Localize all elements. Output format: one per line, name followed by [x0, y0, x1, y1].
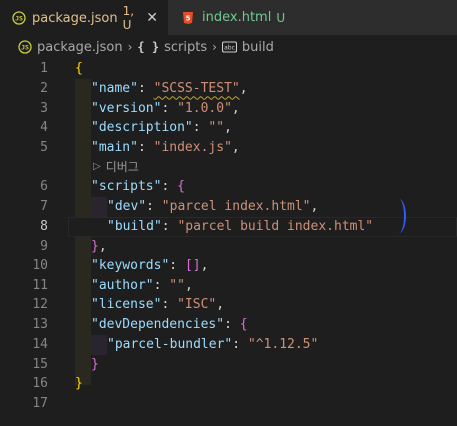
json-brace: }: [91, 356, 99, 372]
annotation-mark: [392, 199, 406, 233]
json-key: "description": [91, 120, 193, 136]
line-number: 6: [40, 179, 48, 195]
tab-label: package.json: [32, 10, 118, 26]
json-brace: {: [177, 179, 185, 195]
git-status-badge: 1, U: [122, 4, 135, 32]
code-line: 2 "name": "SCSS-TEST",: [0, 79, 457, 99]
breadcrumb-section[interactable]: { } scripts: [137, 40, 207, 55]
line-number: 2: [40, 81, 48, 97]
code-line: 7 "dev": "parcel index.html",: [0, 197, 457, 217]
line-number: 13: [32, 317, 48, 333]
tab-bar: JS package.json 1, U ✕ 5 index.html U: [0, 0, 457, 35]
code-line: 9 },: [0, 237, 457, 257]
tab-package-json[interactable]: JS package.json 1, U ✕: [0, 0, 168, 35]
line-number: 11: [32, 277, 48, 293]
json-key: "build": [107, 219, 162, 235]
line-number: 12: [32, 297, 48, 313]
breadcrumb-file-label: package.json: [37, 39, 123, 55]
line-number: 17: [32, 395, 48, 411]
json-string: "index.js": [153, 139, 232, 155]
code-line: 12 "license": "ISC",: [0, 295, 457, 315]
code-line: 3 "version": "1.0.0",: [0, 99, 457, 119]
json-key: "author": [91, 277, 154, 293]
json-key: "license": [91, 297, 162, 313]
json-brace: {: [239, 317, 248, 333]
json-string: "^1.12.5": [247, 337, 319, 353]
json-key: "main": [91, 139, 138, 155]
line-number: 4: [40, 120, 48, 136]
json-key: "name": [91, 81, 138, 97]
code-line: 10 "keywords": [],: [0, 256, 457, 276]
json-string: "parcel build index.html": [177, 219, 374, 235]
codelens-label: 디버그: [105, 160, 139, 174]
line-number: 8: [40, 219, 48, 235]
line-number: 1: [40, 61, 48, 77]
line-number: 5: [40, 139, 48, 155]
json-file-icon: JS: [12, 10, 26, 26]
line-number: 16: [32, 376, 48, 392]
string-icon: abc: [221, 41, 237, 53]
json-brace: }: [91, 238, 99, 254]
json-key: "dev": [107, 199, 147, 215]
json-key: "version": [91, 100, 162, 116]
code-line: 16 }: [0, 374, 457, 394]
svg-text:JS: JS: [21, 44, 29, 52]
svg-text:JS: JS: [15, 15, 23, 23]
code-line: 13 "devDependencies": {: [0, 315, 457, 335]
breadcrumb: JS package.json › { } scripts › abc buil…: [0, 35, 457, 59]
code-line: 14 "parcel-bundler": "^1.12.5": [0, 335, 457, 355]
close-icon[interactable]: ✕: [146, 10, 158, 26]
line-number: 10: [32, 258, 48, 274]
json-array: []: [184, 258, 201, 274]
json-string: "": [208, 120, 225, 136]
svg-text:5: 5: [186, 14, 191, 22]
object-icon: { }: [137, 40, 160, 54]
code-line: 1 {: [0, 59, 457, 79]
line-number: 14: [32, 337, 48, 353]
code-line: 4 "description": "",: [0, 118, 457, 138]
json-brace: {: [75, 61, 83, 77]
json-brace: }: [75, 376, 83, 392]
json-string: "": [169, 277, 185, 293]
line-number: 15: [32, 356, 48, 372]
svg-text:abc: abc: [224, 45, 235, 52]
tab-index-html[interactable]: 5 index.html U: [168, 0, 457, 35]
code-editor[interactable]: 1 { 2 "name": "SCSS-TEST", 3 "version": …: [0, 59, 457, 426]
breadcrumb-item-label: build: [241, 39, 274, 55]
json-file-icon: JS: [18, 40, 32, 54]
json-string: "ISC": [177, 297, 217, 313]
breadcrumb-file[interactable]: JS package.json: [18, 40, 123, 55]
code-line: 5 "main": "index.js",: [0, 138, 457, 158]
json-string: "1.0.0": [177, 100, 232, 116]
line-number: 3: [40, 100, 48, 116]
code-line: 17: [0, 394, 457, 414]
chevron-right-icon: ›: [212, 40, 217, 54]
code-line: 11 "author": "",: [0, 276, 457, 296]
play-icon: ▷: [93, 161, 101, 172]
breadcrumb-section-label: scripts: [164, 39, 208, 55]
json-key: "scripts": [91, 179, 162, 195]
line-number: 7: [40, 199, 48, 215]
html-file-icon: 5: [180, 10, 196, 26]
debug-codelens[interactable]: ▷ 디버그: [93, 157, 139, 176]
chevron-right-icon: ›: [127, 40, 133, 54]
line-number: 9: [40, 238, 48, 254]
git-status-badge: U: [276, 10, 286, 25]
code-line: 8 "build": "parcel build index.html": [0, 217, 457, 237]
json-key: "parcel-bundler": [107, 337, 233, 353]
tab-label: index.html: [202, 10, 272, 25]
json-key: "keywords": [91, 258, 170, 274]
json-string: "SCSS-TEST": [153, 81, 240, 97]
breadcrumb-item[interactable]: abc build: [221, 39, 274, 55]
json-key: "devDependencies": [91, 317, 225, 333]
json-string: "parcel index.html": [161, 199, 311, 215]
code-line: 6 "scripts": {: [0, 177, 457, 197]
code-line: 15 }: [0, 355, 457, 375]
